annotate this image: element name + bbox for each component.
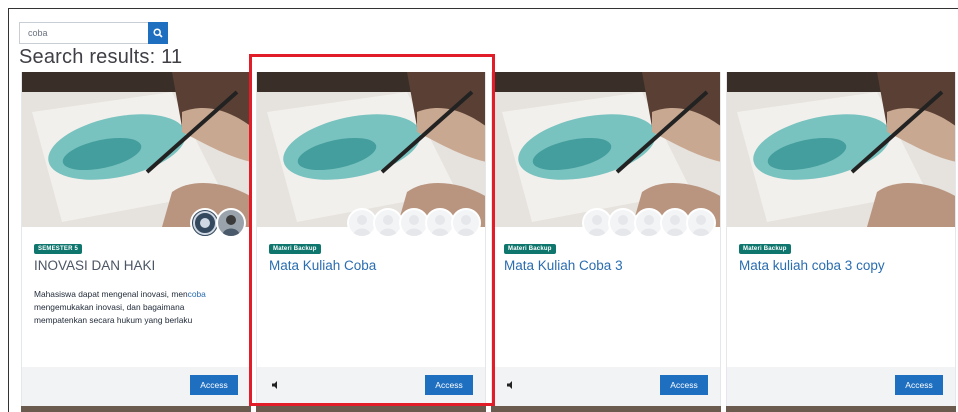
course-card: Materi Backup Mata kuliah coba 3 copy Ac… <box>726 72 956 412</box>
course-title[interactable]: INOVASI DAN HAKI <box>34 258 238 274</box>
description-text: Mahasiswa dapat mengenal inovasi, men <box>34 289 188 300</box>
access-button[interactable]: Access <box>660 375 708 395</box>
access-button[interactable]: Access <box>895 375 943 395</box>
course-title[interactable]: Mata kuliah coba 3 copy <box>739 258 943 274</box>
course-card: SEMESTER 5 INOVASI DAN HAKI Mahasiswa da… <box>21 72 251 412</box>
access-button[interactable]: Access <box>425 375 473 395</box>
speaker-icon[interactable] <box>271 380 281 390</box>
course-image <box>22 72 250 227</box>
course-category-badge: Materi Backup <box>269 244 321 254</box>
access-button[interactable]: Access <box>190 375 238 395</box>
search-icon <box>153 28 163 38</box>
search-button[interactable] <box>148 22 168 44</box>
course-card: Materi Backup Mata Kuliah Coba 3 Access <box>491 72 721 412</box>
course-title[interactable]: Mata Kuliah Coba <box>269 258 473 274</box>
search-input[interactable] <box>19 22 148 44</box>
course-card-body: Materi Backup Mata Kuliah Coba 3 <box>492 227 720 367</box>
next-row-card-image <box>491 406 721 412</box>
next-row-card-image <box>726 406 956 412</box>
description-text: mengemukakan inovasi, dan bagaimana memp… <box>34 302 193 326</box>
course-card-body: Materi Backup Mata Kuliah Coba <box>257 227 485 367</box>
description-search-match: coba <box>187 289 206 300</box>
next-row-card-image <box>21 406 251 412</box>
course-category-badge: SEMESTER 5 <box>34 244 83 254</box>
course-image <box>492 72 720 227</box>
course-title[interactable]: Mata Kuliah Coba 3 <box>504 258 708 274</box>
course-image <box>727 72 955 227</box>
next-row-card-image <box>256 406 486 412</box>
course-image <box>257 72 485 227</box>
course-search <box>19 22 168 44</box>
course-card: Materi Backup Mata Kuliah Coba Access <box>256 72 486 412</box>
search-results-title: Search results: 11 <box>19 46 183 68</box>
course-category-badge: Materi Backup <box>739 244 791 254</box>
course-description: Mahasiswa dapat mengenal inovasi, mencob… <box>34 288 238 327</box>
course-card-body: SEMESTER 5 INOVASI DAN HAKI Mahasiswa da… <box>22 227 250 367</box>
course-category-badge: Materi Backup <box>504 244 556 254</box>
speaker-icon[interactable] <box>506 380 516 390</box>
course-card-body: Materi Backup Mata kuliah coba 3 copy <box>727 227 955 367</box>
